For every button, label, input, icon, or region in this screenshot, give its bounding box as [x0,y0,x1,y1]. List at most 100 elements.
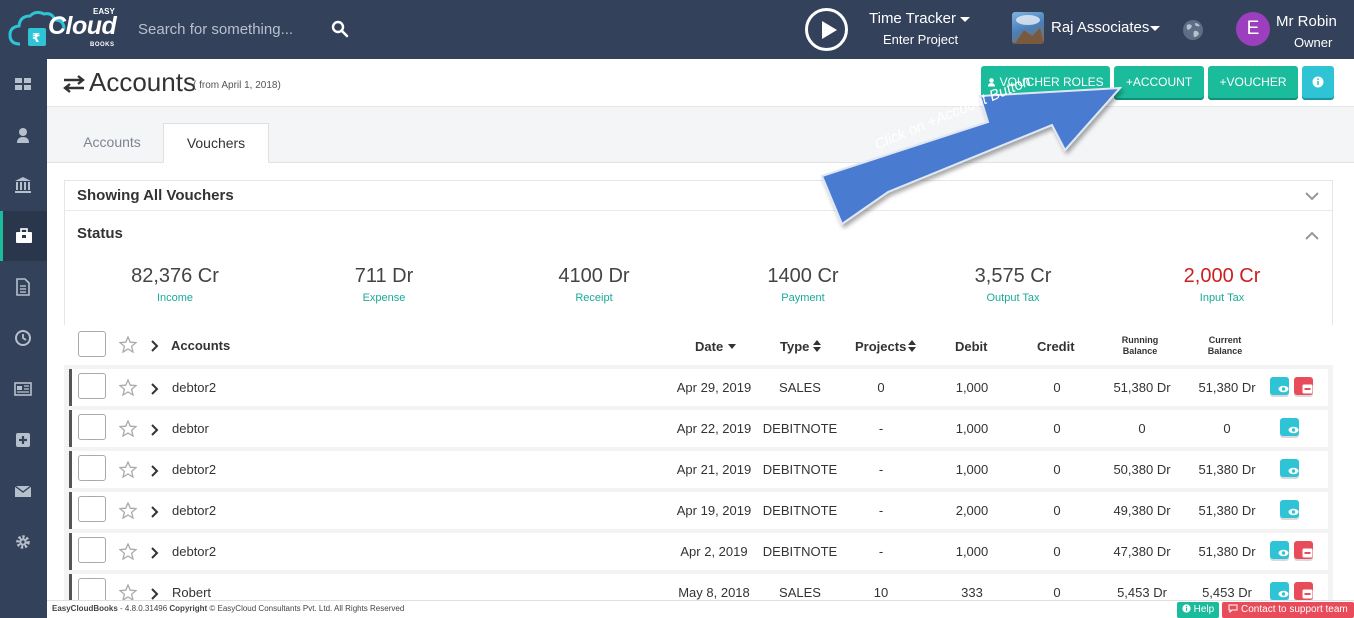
view-button[interactable] [1270,377,1289,395]
table-row[interactable]: debtor2 Apr 29, 2019 SALES 0 1,000 0 51,380 Dr… [69,369,1328,406]
star-icon[interactable] [118,501,138,524]
chevron-right-icon[interactable] [151,423,159,441]
row-checkbox[interactable] [78,414,106,440]
cell-account[interactable]: debtor [172,421,209,436]
column-header-projects[interactable]: Projects [855,339,906,354]
user-avatar[interactable]: E [1236,12,1270,46]
view-button[interactable] [1280,418,1299,436]
info-button[interactable] [1302,66,1334,98]
timer-play-button[interactable] [805,8,848,51]
sidebar-item-dashboard[interactable] [0,59,47,109]
sort-desc-icon[interactable] [728,344,736,349]
cell-type: DEBITNOTE [762,544,838,559]
tab-accounts[interactable]: Accounts [64,123,160,163]
row-checkbox[interactable] [78,537,106,563]
cell-date: Apr 22, 2019 [676,421,752,436]
globe-icon[interactable] [1182,19,1204,41]
chevron-right-icon[interactable] [151,340,159,352]
row-checkbox[interactable] [78,455,106,481]
cell-type: DEBITNOTE [762,503,838,518]
stat-label: Payment [781,292,825,304]
delete-button[interactable] [1294,377,1313,395]
table-row[interactable]: debtor2 Apr 19, 2019 DEBITNOTE - 2,000 0 49,38… [69,492,1328,529]
chevron-right-icon[interactable] [151,464,159,482]
cell-current-balance: 51,380 Dr [1198,544,1256,559]
sidebar-item-add[interactable] [0,415,47,465]
table-row[interactable]: debtor2 Apr 21, 2019 DEBITNOTE - 1,000 0 50,38… [69,451,1328,488]
row-checkbox[interactable] [78,373,106,399]
sidebar-item-accounts[interactable] [0,211,47,261]
stat-label: Receipt [575,292,613,304]
cell-current-balance: 51,380 Dr [1198,380,1256,395]
column-header-accounts[interactable]: Accounts [171,338,230,353]
main-content: Accounts ( from April 1, 2018) VOUCHER R… [47,59,1354,611]
company-name[interactable]: Raj Associates [1051,19,1149,36]
view-button[interactable] [1280,459,1299,477]
header-line: Balance [1207,346,1243,356]
column-header-date[interactable]: Date [695,339,723,354]
sort-icon[interactable] [813,340,821,352]
search-icon[interactable] [331,20,349,38]
cell-account[interactable]: debtor2 [172,503,216,518]
cell-running-balance: 47,380 Dr [1113,544,1171,559]
cell-account[interactable]: debtor2 [172,544,216,559]
cell-account[interactable]: Robert [172,585,211,600]
table-row[interactable]: debtor2 Apr 2, 2019 DEBITNOTE - 1,000 0 47,380… [69,533,1328,570]
select-all-checkbox[interactable] [78,331,106,357]
chevron-right-icon[interactable] [151,546,159,564]
delete-button[interactable] [1294,541,1313,559]
chevron-right-icon[interactable] [151,382,159,400]
chevron-down-icon[interactable] [1305,192,1319,201]
dashboard-icon [15,78,31,90]
stat-input-tax[interactable]: 2,000 Cr Input Tax [1142,265,1302,304]
chevron-up-icon[interactable] [1305,231,1319,240]
star-icon[interactable] [118,378,138,401]
sidebar-item-documents[interactable] [0,262,47,312]
search-input[interactable] [128,12,358,46]
view-button[interactable] [1270,541,1289,559]
view-button[interactable] [1280,500,1299,518]
stat-value: 2,000 Cr [1183,265,1261,287]
cell-account[interactable]: debtor2 [172,380,216,395]
contact-support-button[interactable]: Contact to support team [1222,602,1354,618]
sidebar-item-messages[interactable] [0,466,47,516]
sidebar-item-settings[interactable] [0,517,47,567]
star-icon[interactable] [119,336,137,353]
sort-icon[interactable] [908,340,916,352]
cell-current-balance: 51,380 Dr [1198,503,1256,518]
tab-vouchers[interactable]: Vouchers [163,123,269,163]
stat-label: Input Tax [1199,292,1245,304]
enter-project-link[interactable]: Enter Project [883,32,958,47]
star-icon[interactable] [118,460,138,483]
user-name[interactable]: Mr Robin [1276,13,1337,30]
add-voucher-button[interactable]: +VOUCHER [1208,66,1298,98]
help-button[interactable]: Help [1177,602,1219,618]
view-button[interactable] [1270,582,1289,600]
row-checkbox[interactable] [78,496,106,522]
easycloudbooks-logo[interactable]: ₹ EASY Cloud BOOKS [8,6,123,52]
stat-income[interactable]: 82,376 Cr Income [95,265,255,304]
cell-account[interactable]: debtor2 [172,462,216,477]
stat-value: 4100 Dr [558,265,630,287]
sidebar-item-banking[interactable] [0,160,47,210]
sidebar-item-history[interactable] [0,313,47,363]
delete-button[interactable] [1294,582,1313,600]
column-header-type[interactable]: Type [780,339,809,354]
stat-receipt[interactable]: 4100 Dr Receipt [514,265,674,304]
company-avatar[interactable] [1012,12,1044,44]
chevron-right-icon[interactable] [151,505,159,523]
company-caret-icon[interactable] [1150,26,1160,31]
header-line: Balance [1122,346,1158,356]
sidebar-item-reports[interactable] [0,364,47,414]
stat-expense[interactable]: 711 Dr Expense [304,265,464,304]
time-tracker-caret-icon[interactable] [960,17,970,22]
logo-cloud-text: Cloud [48,12,117,40]
sidebar-item-users[interactable] [0,110,47,160]
star-icon[interactable] [118,419,138,442]
table-row[interactable]: debtor Apr 22, 2019 DEBITNOTE - 1,000 0 0 0 [69,410,1328,447]
star-icon[interactable] [118,542,138,565]
cell-debit: 1,000 [955,380,989,395]
stat-payment[interactable]: 1400 Cr Payment [723,265,883,304]
time-tracker-title[interactable]: Time Tracker [869,10,956,27]
stat-output-tax[interactable]: 3,575 Cr Output Tax [933,265,1093,304]
